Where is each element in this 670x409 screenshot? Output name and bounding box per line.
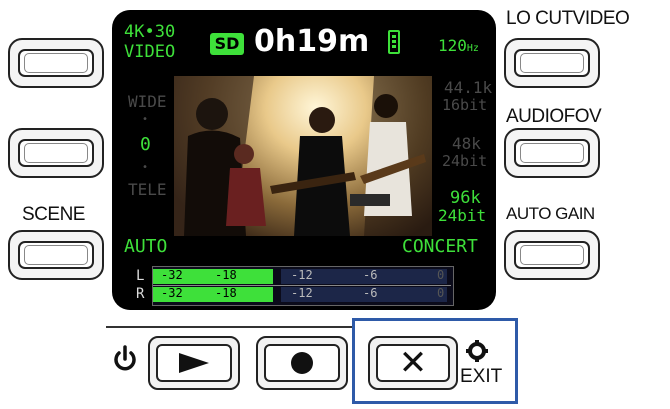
battery-icon xyxy=(388,30,400,54)
left-middle-button[interactable] xyxy=(8,128,104,178)
meter-tick-18-left: -18 xyxy=(215,268,237,282)
scene-mode-value: AUTO xyxy=(124,236,168,257)
frequency-value: 120Hz xyxy=(438,36,479,55)
auto-gain-label: AUTO GAIN xyxy=(506,204,595,223)
left-top-button[interactable] xyxy=(8,38,104,88)
zoom-value: 0 xyxy=(140,134,151,155)
record-time: 0h19m xyxy=(254,24,370,59)
lo-cut-video-label: LO CUTVIDEO xyxy=(506,8,630,29)
power-icon[interactable] xyxy=(112,344,138,374)
meter-channel-r: R xyxy=(136,286,145,302)
exit-label: EXIT xyxy=(460,366,503,387)
bits-16: 16bit xyxy=(442,96,488,114)
frequency-unit: Hz xyxy=(466,43,479,54)
lcd-screen: 4K•30 VIDEO SD 0h19m 120Hz WIDE • 0 • TE… xyxy=(112,10,496,310)
zoom-tele-label: TELE xyxy=(128,180,167,199)
meter-tick-32-left: -32 xyxy=(161,268,183,282)
meter-tick-0-right: 0 xyxy=(437,286,445,300)
close-icon: ✕ xyxy=(398,343,428,383)
gain-mode-value: CONCERT xyxy=(402,236,478,257)
meter-tick-12-left: -12 xyxy=(291,268,313,282)
sd-card-label: SD xyxy=(214,34,240,53)
audio-fov-label: AUDIOFOV xyxy=(506,106,602,127)
mode-label: VIDEO xyxy=(124,42,176,62)
zoom-wide-label: WIDE xyxy=(128,92,167,111)
lo-cut-video-button[interactable] xyxy=(504,38,600,88)
meter-tick-12-right: -12 xyxy=(291,286,313,300)
meter-tick-18-right: -18 xyxy=(215,286,237,300)
record-icon xyxy=(291,352,313,374)
auto-gain-button[interactable] xyxy=(504,230,600,280)
scene-button[interactable] xyxy=(8,230,104,280)
bits-24-b: 24bit xyxy=(438,206,487,225)
audio-fov-button[interactable] xyxy=(504,128,600,178)
bottom-divider xyxy=(106,326,354,328)
scene-label: SCENE xyxy=(22,204,85,225)
zoom-dot-upper: • xyxy=(142,114,149,125)
audio-level-meter: -32 -18 -12 -6 0 -32 -18 -12 -6 0 xyxy=(152,266,454,306)
frequency-number: 120 xyxy=(438,36,467,55)
format-label: 4K•30 xyxy=(124,22,176,42)
play-icon xyxy=(179,353,209,373)
play-button[interactable] xyxy=(148,336,240,390)
meter-tick-32-right: -32 xyxy=(161,286,183,300)
meter-tick-6-right: -6 xyxy=(363,286,378,300)
sd-card-badge: SD xyxy=(210,33,244,55)
record-button[interactable] xyxy=(256,336,348,390)
meter-channel-l: L xyxy=(136,268,145,284)
meter-tick-0-left: 0 xyxy=(437,268,445,282)
rate-44k: 44.1k xyxy=(444,78,493,97)
video-preview-image xyxy=(174,76,432,236)
video-preview xyxy=(174,76,432,236)
exit-button[interactable]: ✕ xyxy=(368,336,458,390)
meter-tick-6-left: -6 xyxy=(363,268,378,282)
bits-24-a: 24bit xyxy=(442,152,488,170)
zoom-dot-lower: • xyxy=(142,162,149,173)
rate-96k: 96k xyxy=(450,188,481,208)
rate-48k: 48k xyxy=(452,134,481,153)
gear-icon xyxy=(466,340,488,362)
